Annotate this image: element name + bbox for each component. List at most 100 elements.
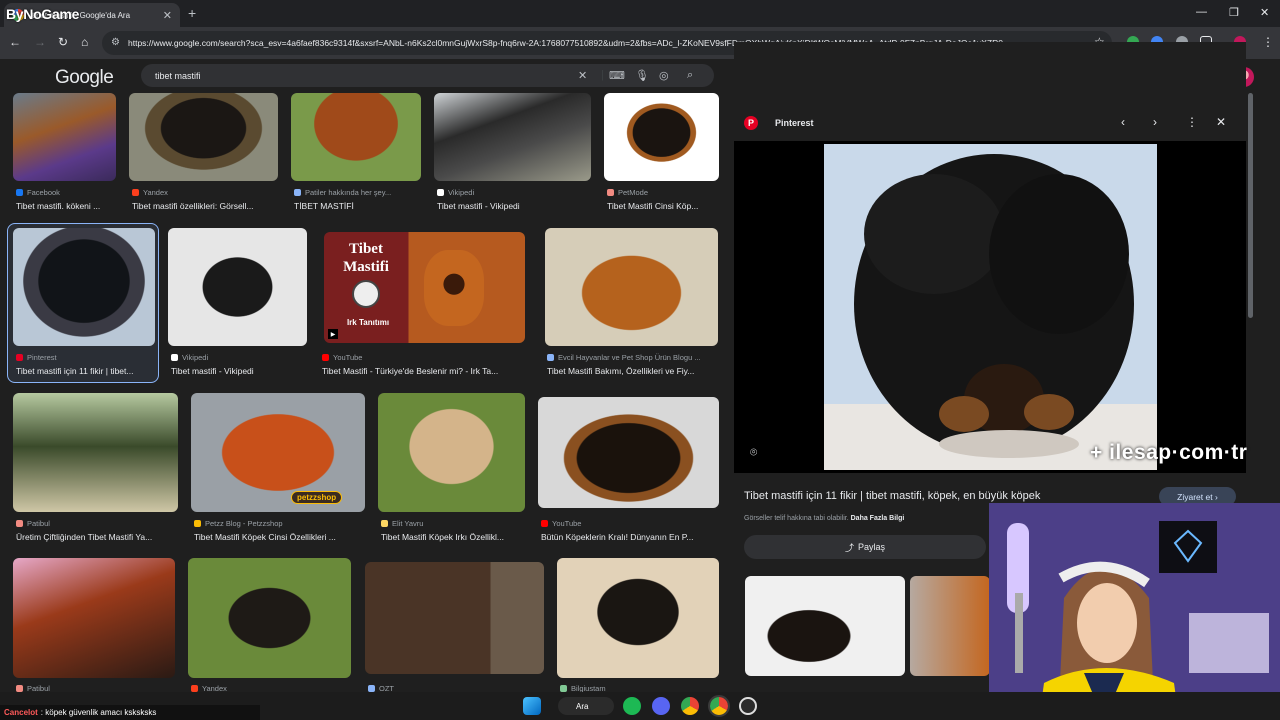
site-icon bbox=[560, 685, 567, 692]
result-title[interactable]: Tibet mastifi - Vikipedi bbox=[171, 366, 307, 376]
result-source: Petzz Blog - Petzzshop bbox=[194, 519, 365, 528]
result-source: YouTube bbox=[322, 353, 525, 362]
scrollbar[interactable] bbox=[1248, 93, 1253, 318]
result-title[interactable]: Bütün Köpeklerin Kralı! Dünyanın En P... bbox=[541, 532, 719, 542]
close-tab-icon[interactable]: ✕ bbox=[163, 9, 172, 22]
panel-source-name[interactable]: Pinterest bbox=[775, 118, 814, 128]
site-icon bbox=[16, 520, 23, 527]
result-image[interactable] bbox=[545, 228, 718, 346]
site-icon bbox=[368, 685, 375, 692]
result-title[interactable]: TİBET MASTİFİ bbox=[294, 201, 422, 211]
chrome-icon[interactable] bbox=[681, 697, 699, 715]
result-image[interactable] bbox=[434, 93, 591, 181]
result-title[interactable]: Tibet mastifi. kökeni ... bbox=[16, 201, 116, 211]
result-source: Yandex bbox=[132, 188, 278, 197]
result-title[interactable]: Tibet Mastifi - Türkiye'de Beslenir mi? … bbox=[322, 366, 525, 376]
result-image[interactable] bbox=[13, 93, 116, 181]
previous-icon[interactable]: ‹ bbox=[1121, 115, 1125, 129]
search-icon[interactable]: ⌕ bbox=[687, 69, 693, 82]
back-icon[interactable]: ← bbox=[9, 35, 21, 49]
preview-image[interactable] bbox=[824, 144, 1157, 470]
result-video-image[interactable]: Tibet Mastifi Irk Tanıtımı ▶ bbox=[324, 232, 525, 343]
result-image[interactable] bbox=[13, 558, 175, 678]
result-image[interactable] bbox=[365, 562, 544, 674]
result-title[interactable]: Tibet mastifi - Vikipedi bbox=[437, 201, 591, 211]
thumb-title-line2: Mastifi bbox=[343, 259, 389, 275]
result-image[interactable] bbox=[13, 393, 178, 512]
result-image[interactable] bbox=[557, 558, 719, 678]
new-tab-button[interactable]: + bbox=[188, 5, 196, 21]
search-input[interactable]: tibet mastifi ✕ | ⌨ 🎙 ◎ ⌕ bbox=[141, 64, 714, 87]
site-icon bbox=[547, 354, 554, 361]
microphone-icon[interactable]: 🎙 bbox=[635, 69, 649, 82]
wikipedia-icon bbox=[171, 354, 178, 361]
result-title[interactable]: Tibet Mastifi Cinsi Köp... bbox=[607, 201, 719, 211]
result-title[interactable]: Tibet Mastifi Köpek Cinsi Özellikleri ..… bbox=[194, 532, 365, 542]
result-title[interactable]: Tibet mastifi için 11 fikir | tibet... bbox=[16, 366, 154, 376]
result-source: Elit Yavru bbox=[381, 519, 525, 528]
stream-overlay-brand: ByNoGame bbox=[6, 6, 80, 22]
facebook-icon bbox=[16, 189, 23, 196]
keyboard-icon[interactable]: ⌨ bbox=[609, 69, 625, 82]
result-source: Vikipedi bbox=[171, 353, 307, 362]
result-source: Pinterest bbox=[16, 353, 154, 362]
spotify-icon[interactable] bbox=[623, 697, 641, 715]
result-image[interactable] bbox=[378, 393, 525, 512]
lens-icon[interactable]: ◎ bbox=[659, 69, 669, 82]
copyright-notice: Görseller telif hakkına tabi olabilir. D… bbox=[744, 515, 905, 522]
home-icon[interactable]: ⌂ bbox=[81, 35, 88, 49]
result-title[interactable]: Üretim Çiftliğinden Tibet Mastifi Ya... bbox=[16, 532, 178, 542]
youtube-icon bbox=[541, 520, 548, 527]
maximize-icon[interactable]: ❐ bbox=[1229, 6, 1239, 19]
yandex-icon bbox=[132, 189, 139, 196]
chrome-active-icon[interactable] bbox=[708, 695, 730, 717]
site-icon bbox=[194, 520, 201, 527]
streamer-webcam bbox=[989, 503, 1280, 720]
result-image[interactable] bbox=[291, 93, 421, 181]
next-icon[interactable]: › bbox=[1153, 115, 1157, 129]
result-image[interactable] bbox=[538, 397, 719, 508]
site-icon bbox=[16, 685, 23, 692]
result-image[interactable] bbox=[188, 558, 351, 678]
more-options-icon[interactable]: ⋮ bbox=[1186, 115, 1198, 129]
result-image[interactable] bbox=[13, 228, 155, 346]
learn-more-link[interactable]: Daha Fazla Bilgi bbox=[851, 515, 905, 522]
close-panel-icon[interactable]: ✕ bbox=[1216, 115, 1226, 129]
share-button[interactable]: ⤴ Paylaş bbox=[744, 535, 986, 559]
youtube-icon bbox=[322, 354, 329, 361]
close-window-icon[interactable]: ✕ bbox=[1260, 6, 1269, 19]
lens-search-icon[interactable]: ⌾ bbox=[750, 445, 757, 460]
related-image[interactable] bbox=[745, 576, 905, 676]
pinterest-icon: P bbox=[744, 116, 758, 130]
forward-icon[interactable]: → bbox=[34, 35, 46, 49]
start-windows-icon[interactable] bbox=[523, 697, 541, 715]
minimize-icon[interactable]: — bbox=[1196, 6, 1207, 18]
thumb-title-line1: Tibet bbox=[349, 241, 383, 257]
result-image[interactable] bbox=[129, 93, 278, 181]
site-info-icon[interactable]: ⚙ bbox=[111, 37, 120, 48]
discord-icon[interactable] bbox=[652, 697, 670, 715]
result-title[interactable]: Tibet Mastifi Bakımı, Özellikleri ve Fiy… bbox=[547, 366, 719, 376]
tab-strip: tibet mastifi - Google'da Ara ✕ + — ❐ ✕ bbox=[0, 0, 1280, 27]
pinterest-icon bbox=[16, 354, 23, 361]
reload-icon[interactable]: ↻ bbox=[58, 35, 68, 49]
result-title[interactable]: Tibet Mastifi Köpek Irkı Özellikl... bbox=[381, 532, 525, 542]
related-image[interactable] bbox=[910, 576, 990, 676]
chat-username: Cancelot bbox=[4, 708, 38, 717]
result-source: Vikipedi bbox=[437, 188, 591, 197]
obs-icon[interactable] bbox=[739, 697, 757, 715]
site-icon bbox=[607, 189, 614, 196]
google-logo[interactable]: Google bbox=[55, 67, 114, 89]
result-source: YouTube bbox=[541, 519, 719, 528]
taskbar-search[interactable]: Ara bbox=[558, 697, 614, 715]
chat-text: : köpek güvenlik amacı ksksksks bbox=[40, 708, 157, 717]
result-image[interactable] bbox=[168, 228, 307, 346]
result-title[interactable]: Tibet mastifi özellikleri: Görsell... bbox=[132, 201, 278, 211]
result-source: Patibul bbox=[16, 519, 178, 528]
result-image[interactable] bbox=[604, 93, 719, 181]
clear-icon[interactable]: ✕ bbox=[578, 69, 587, 82]
result-image[interactable]: petzzshop bbox=[191, 393, 365, 512]
stream-chat-message: Cancelot: köpek güvenlik amacı ksksksks bbox=[0, 705, 260, 720]
preview-title[interactable]: Tibet mastifi için 11 fikir | tibet mast… bbox=[744, 490, 1040, 502]
chrome-menu-icon[interactable]: ⋮ bbox=[1262, 35, 1274, 49]
